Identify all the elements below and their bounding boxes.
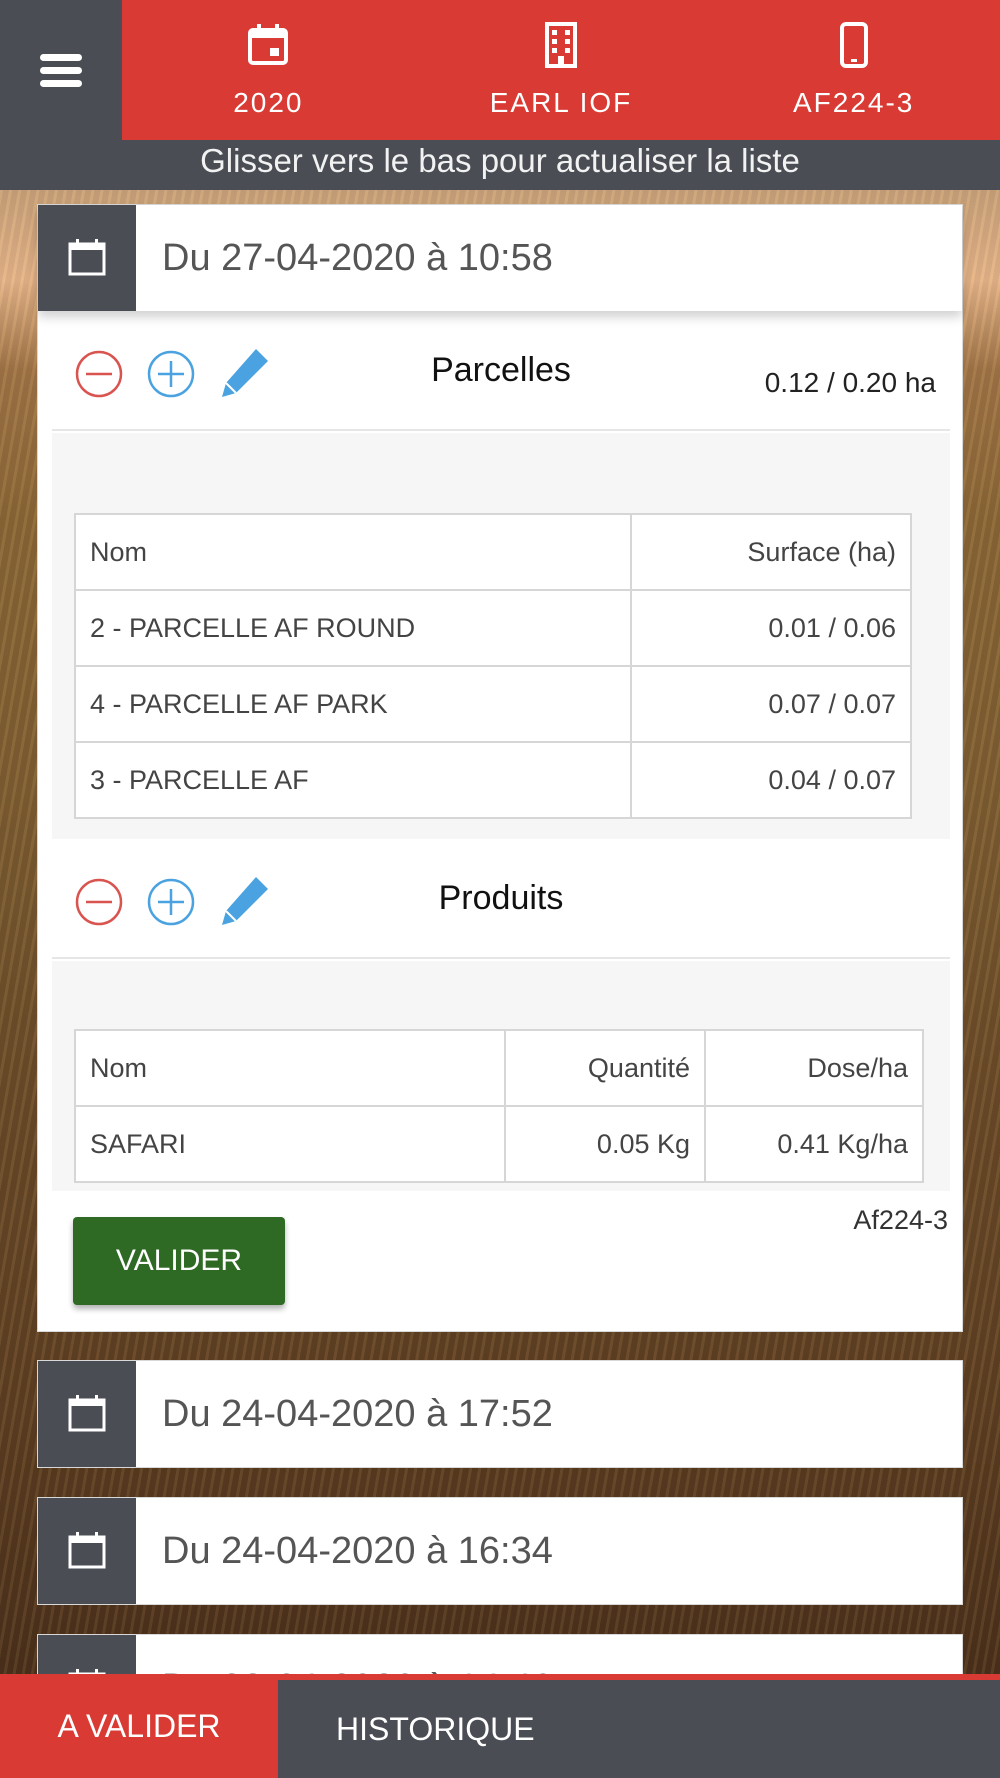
treatment-card[interactable]: Du 24-04-2020 à 17:52 xyxy=(37,1360,963,1468)
parcelles-total-surface: 0.12 / 0.20 ha xyxy=(764,367,936,398)
column-header-nom: Nom xyxy=(73,513,633,591)
parcelle-surface: 0.01 / 0.06 xyxy=(630,589,912,667)
column-header-quantite: Quantité xyxy=(504,1029,706,1107)
treatment-card-expanded: Du 27-04-2020 à 10:58 Parcelles 0.12 / 0… xyxy=(37,204,963,1332)
card-header[interactable]: Du 27-04-2020 à 10:58 xyxy=(38,205,962,311)
tab-device-label: AF224-3 xyxy=(792,87,915,118)
tab-a-valider[interactable]: A VALIDER xyxy=(0,1674,278,1778)
produits-section-header: Produits xyxy=(52,839,950,959)
parcelles-table-container: Nom Surface (ha) 2 - PARCELLE AF ROUND 0… xyxy=(52,433,950,839)
card-calendar-badge xyxy=(38,1498,136,1604)
smartphone-icon xyxy=(839,22,868,68)
table-row[interactable]: 3 - PARCELLE AF 0.04 / 0.07 xyxy=(73,741,912,819)
parcelles-table: Nom Surface (ha) 2 - PARCELLE AF ROUND 0… xyxy=(73,513,912,819)
calendar-icon xyxy=(68,1395,106,1432)
column-header-surface: Surface (ha) xyxy=(630,513,912,591)
parcelle-surface: 0.07 / 0.07 xyxy=(630,665,912,743)
tab-device[interactable]: AF224-3 xyxy=(707,0,1000,140)
card-header: Du 24-04-2020 à 17:52 xyxy=(38,1361,962,1467)
device-label: Af224-3 xyxy=(853,1205,948,1235)
column-header-dose: Dose/ha xyxy=(704,1029,924,1107)
valider-button[interactable]: VALIDER xyxy=(73,1217,285,1305)
card-calendar-badge xyxy=(38,205,136,311)
column-header-nom: Nom xyxy=(74,1029,506,1107)
tab-farm[interactable]: EARL IOF xyxy=(415,0,708,140)
table-row[interactable]: SAFARI 0.05 Kg 0.41 Kg/ha xyxy=(74,1105,924,1183)
tab-year-label: 2020 xyxy=(233,87,304,118)
tab-historique[interactable]: HISTORIQUE xyxy=(278,1674,1000,1778)
treatment-card[interactable]: Du 24-04-2020 à 16:34 xyxy=(37,1497,963,1605)
parcelle-name: 4 - PARCELLE AF PARK xyxy=(73,665,633,743)
card-date: Du 27-04-2020 à 10:58 xyxy=(162,236,553,279)
produit-quantite: 0.05 Kg xyxy=(504,1105,706,1183)
card-date: Du 24-04-2020 à 16:34 xyxy=(162,1529,553,1572)
produit-dose: 0.41 Kg/ha xyxy=(704,1105,924,1183)
table-row[interactable]: 4 - PARCELLE AF PARK 0.07 / 0.07 xyxy=(73,665,912,743)
building-icon xyxy=(545,22,577,68)
card-header: Du 24-04-2020 à 16:34 xyxy=(38,1498,962,1604)
table-header-row: Nom Quantité Dose/ha xyxy=(74,1029,924,1107)
parcelles-section-header: Parcelles 0.12 / 0.20 ha xyxy=(52,311,950,431)
produits-title: Produits xyxy=(438,879,564,917)
table-row[interactable]: 2 - PARCELLE AF ROUND 0.01 / 0.06 xyxy=(73,589,912,667)
calendar-icon xyxy=(68,239,106,276)
calendar-icon xyxy=(248,24,289,65)
produit-name: SAFARI xyxy=(74,1105,506,1183)
card-date: Du 24-04-2020 à 17:52 xyxy=(162,1392,553,1435)
bottom-tab-bar: A VALIDER HISTORIQUE xyxy=(0,1674,1000,1778)
tab-farm-label: EARL IOF xyxy=(489,87,633,118)
hamburger-icon xyxy=(40,48,82,93)
produits-table-container: Nom Quantité Dose/ha SAFARI 0.05 Kg 0.41… xyxy=(52,961,950,1191)
calendar-icon xyxy=(68,1532,106,1569)
card-calendar-badge xyxy=(38,1361,136,1467)
table-header-row: Nom Surface (ha) xyxy=(73,513,912,591)
parcelle-name: 2 - PARCELLE AF ROUND xyxy=(73,589,633,667)
parcelle-surface: 0.04 / 0.07 xyxy=(630,741,912,819)
parcelle-name: 3 - PARCELLE AF xyxy=(73,741,633,819)
top-nav: 2020 EARL IOF AF224-3 xyxy=(122,0,1000,140)
pull-to-refresh-hint: Glisser vers le bas pour actualiser la l… xyxy=(0,140,1000,190)
tab-year[interactable]: 2020 xyxy=(122,0,415,140)
produits-table: Nom Quantité Dose/ha SAFARI 0.05 Kg 0.41… xyxy=(74,1029,924,1183)
menu-button[interactable] xyxy=(0,0,122,140)
